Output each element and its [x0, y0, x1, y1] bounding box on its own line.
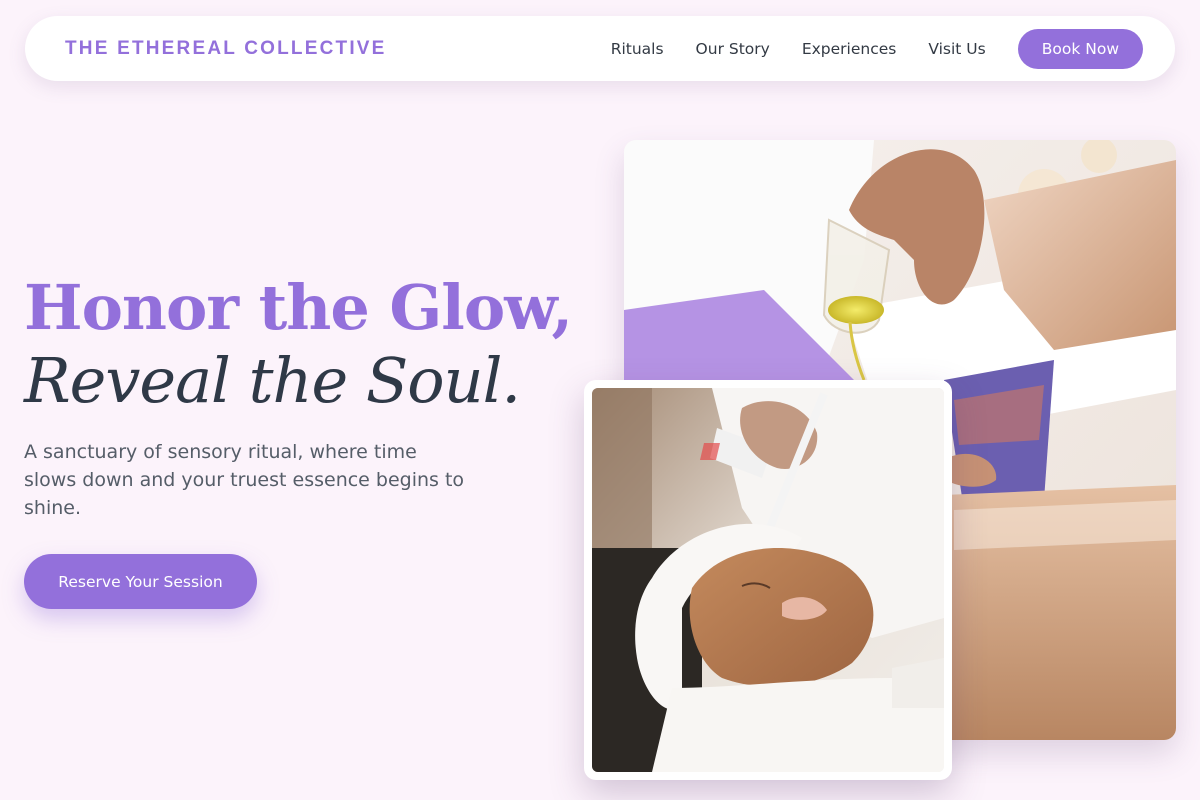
reserve-session-button[interactable]: Reserve Your Session [24, 554, 257, 609]
headline-line-1: Honor the Glow, [24, 271, 573, 344]
brand-logo[interactable]: THE ETHEREAL COLLECTIVE [65, 38, 387, 60]
facial-mask-illustration [592, 388, 944, 772]
book-now-button[interactable]: Book Now [1017, 28, 1143, 69]
facial-mask-card [584, 380, 952, 780]
nav-link-visit-us[interactable]: Visit Us [928, 40, 985, 58]
page: THE ETHEREAL COLLECTIVE Rituals Our Stor… [0, 0, 1200, 800]
nav-links: Rituals Our Story Experiences Visit Us B… [611, 28, 1143, 69]
facial-mask-photo [592, 388, 944, 772]
nav-link-experiences[interactable]: Experiences [802, 40, 897, 58]
hero-headline: Honor the Glow, Reveal the Soul. [24, 270, 573, 417]
navbar: THE ETHEREAL COLLECTIVE Rituals Our Stor… [25, 16, 1175, 81]
nav-link-our-story[interactable]: Our Story [696, 40, 770, 58]
headline-line-2: Reveal the Soul. [24, 344, 521, 417]
nav-link-rituals[interactable]: Rituals [611, 40, 664, 58]
hero-subtext: A sanctuary of sensory ritual, where tim… [24, 441, 465, 519]
